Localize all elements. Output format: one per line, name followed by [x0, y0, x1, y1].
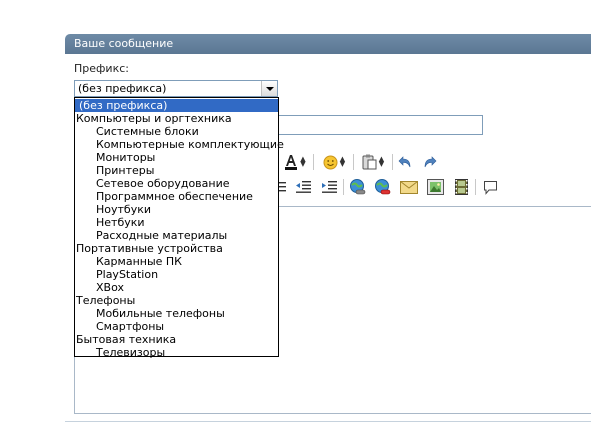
- redo-icon[interactable]: [420, 153, 438, 171]
- paste-spinner-icon[interactable]: ▲ ▼: [379, 156, 384, 168]
- video-icon[interactable]: [451, 178, 471, 196]
- dropdown-option[interactable]: PlayStation: [75, 268, 278, 281]
- smiley-spinner-icon[interactable]: ▲ ▼: [340, 156, 345, 168]
- dropdown-group-label[interactable]: Компьютеры и оргтехника: [75, 112, 278, 125]
- dropdown-option[interactable]: Компьютерные комплектующие: [75, 138, 284, 151]
- dropdown-option[interactable]: Сетевое оборудование: [75, 177, 278, 190]
- dropdown-option[interactable]: Карманные ПК: [75, 255, 278, 268]
- font-color-spinner-icon[interactable]: ▲ ▼: [300, 156, 305, 168]
- smiley-icon[interactable]: ▲ ▼: [319, 153, 349, 171]
- dropdown-option[interactable]: Нетбуки: [75, 216, 278, 229]
- divider: [65, 421, 591, 422]
- dropdown-option[interactable]: Мобильные телефоны: [75, 307, 278, 320]
- dropdown-option[interactable]: (без префикса): [75, 99, 278, 112]
- chevron-down-icon[interactable]: [261, 81, 277, 96]
- dropdown-option[interactable]: Программное обеспечение: [75, 190, 278, 203]
- dropdown-group-label[interactable]: Портативные устройства: [75, 242, 278, 255]
- outdent-icon[interactable]: [292, 178, 314, 196]
- dropdown-option[interactable]: Системные блоки: [75, 125, 278, 138]
- email-icon[interactable]: [398, 178, 420, 196]
- dropdown-option[interactable]: Мониторы: [75, 151, 278, 164]
- undo-icon[interactable]: [396, 153, 414, 171]
- dropdown-option[interactable]: Смартфоны: [75, 320, 278, 333]
- font-color-icon[interactable]: ▲ ▼: [282, 153, 308, 171]
- prefix-dropdown-list[interactable]: (без префикса) Компьютеры и оргтехника Сис…: [74, 97, 284, 359]
- dropdown-group-label[interactable]: Бытовая техника: [75, 333, 278, 346]
- panel-title: Ваше сообщение: [74, 37, 174, 50]
- unlink-icon[interactable]: [372, 178, 392, 196]
- prefix-label: Префикс:: [74, 62, 129, 75]
- toolbar-separator: [353, 154, 354, 170]
- paste-icon[interactable]: ▲ ▼: [358, 153, 388, 171]
- toolbar-separator: [343, 179, 344, 195]
- toolbar-separator: [392, 154, 393, 170]
- panel-header: Ваше сообщение: [65, 34, 591, 54]
- dropdown-option[interactable]: Принтеры: [75, 164, 278, 177]
- dropdown-group-label[interactable]: Телефоны: [75, 294, 278, 307]
- image-icon[interactable]: [424, 178, 446, 196]
- prefix-select-value: (без префикса): [78, 82, 167, 95]
- link-icon[interactable]: [347, 178, 367, 196]
- dropdown-option[interactable]: Расходные материалы: [75, 229, 278, 242]
- list-icon[interactable]: [279, 178, 287, 196]
- toolbar-separator: [475, 179, 476, 195]
- toolbar-separator: [313, 154, 314, 170]
- dropdown-option[interactable]: XBox: [75, 281, 278, 294]
- indent-icon[interactable]: [318, 178, 340, 196]
- quote-icon[interactable]: [480, 178, 500, 196]
- dropdown-option[interactable]: Ноутбуки: [75, 203, 278, 216]
- dropdown-option[interactable]: Телевизоры: [75, 346, 278, 359]
- prefix-select[interactable]: (без префикса): [74, 80, 278, 97]
